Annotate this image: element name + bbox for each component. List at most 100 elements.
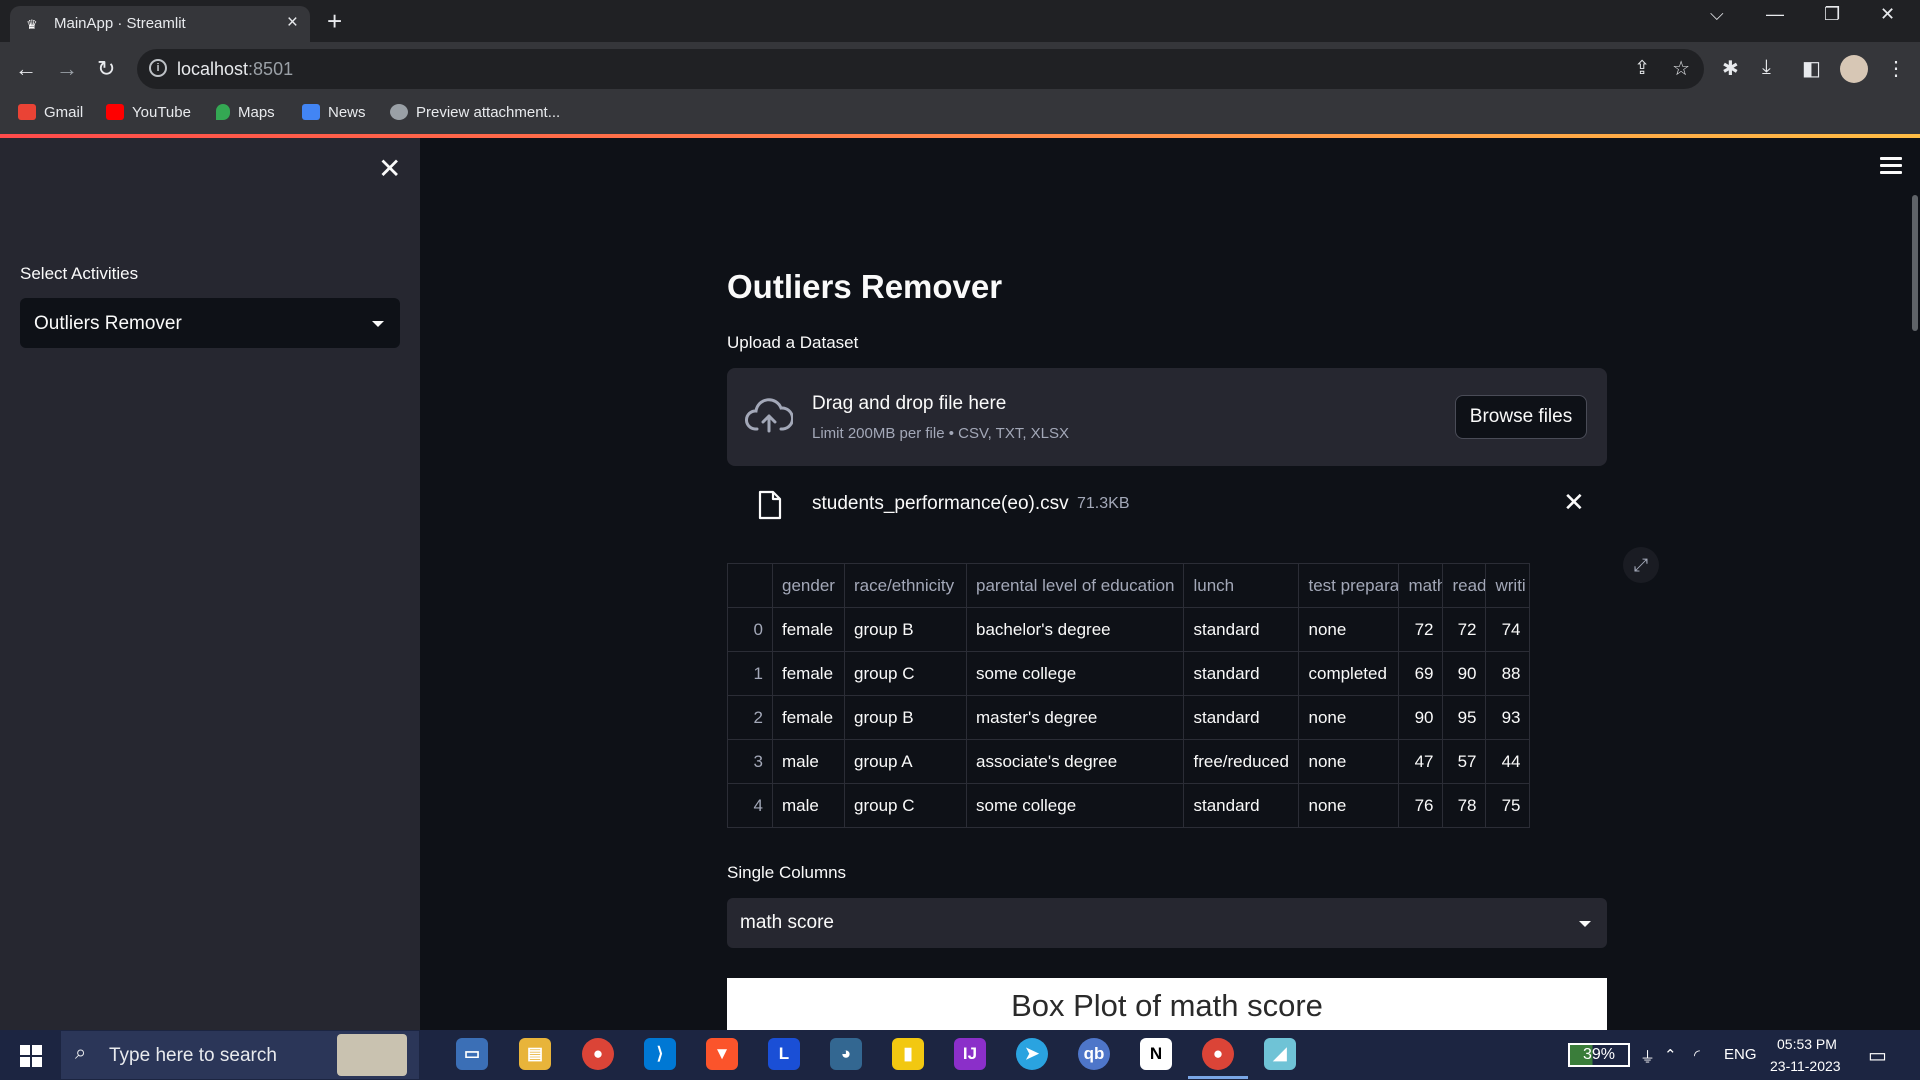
table-cell[interactable]: group A — [844, 739, 967, 784]
table-cell[interactable]: standard — [1183, 695, 1300, 740]
bookmark-star-icon[interactable]: ☆ — [1672, 56, 1690, 81]
table-cell[interactable]: none — [1298, 739, 1400, 784]
download-icon[interactable]: ⤓ — [1762, 56, 1771, 79]
table-cell[interactable]: female — [772, 607, 845, 652]
desktop-app-icon[interactable]: ▭ — [456, 1038, 488, 1070]
new-tab-icon[interactable]: + — [327, 6, 342, 37]
activity-select[interactable]: Outliers Remover — [20, 298, 400, 348]
table-cell[interactable]: 88 — [1485, 651, 1531, 696]
column-header[interactable]: test prepara — [1298, 563, 1400, 608]
table-cell[interactable]: 90 — [1442, 651, 1487, 696]
table-cell[interactable]: 72 — [1398, 607, 1444, 652]
browse-files-button[interactable]: Browse files — [1455, 395, 1587, 439]
site-info-icon[interactable]: i — [149, 59, 167, 77]
table-cell[interactable]: none — [1298, 695, 1400, 740]
fullscreen-expand-icon[interactable]: ⤢ — [1623, 547, 1659, 583]
bookmark-news[interactable]: News — [302, 104, 366, 121]
tab-close-icon[interactable]: × — [287, 12, 298, 34]
table-cell[interactable]: male — [772, 739, 845, 784]
table-cell[interactable]: 57 — [1442, 739, 1487, 784]
browser-tab[interactable]: ♛ MainApp · Streamlit × — [10, 6, 310, 42]
column-header[interactable]: parental level of education — [965, 563, 1185, 608]
notifications-icon[interactable]: ▭ — [1868, 1043, 1887, 1068]
vscode-icon[interactable]: ⟩ — [644, 1038, 676, 1070]
table-cell[interactable]: 78 — [1442, 783, 1487, 828]
table-cell[interactable]: group B — [844, 607, 967, 652]
bookmark-maps[interactable]: Maps — [216, 104, 275, 121]
address-bar[interactable]: i localhost:8501 ⇪ ☆ — [137, 49, 1704, 89]
sidebar-close-icon[interactable]: ✕ — [378, 152, 401, 185]
column-header[interactable]: race/ethnicity — [844, 563, 967, 608]
share-icon[interactable]: ⇪ — [1634, 57, 1650, 80]
tab-search-chevron-icon[interactable]: ⌵ — [1710, 4, 1724, 25]
table-cell[interactable]: 75 — [1485, 783, 1531, 828]
windows-start-icon[interactable] — [20, 1045, 42, 1067]
qbittorrent-icon[interactable]: qb — [1078, 1038, 1110, 1070]
column-header[interactable]: lunch — [1183, 563, 1300, 608]
table-cell[interactable]: completed — [1298, 651, 1400, 696]
table-cell[interactable]: group C — [844, 783, 967, 828]
table-cell[interactable]: master's degree — [965, 695, 1185, 740]
side-panel-icon[interactable]: ◧ — [1802, 56, 1821, 81]
table-cell[interactable]: 44 — [1485, 739, 1531, 784]
table-cell[interactable]: standard — [1183, 783, 1300, 828]
table-cell[interactable]: standard — [1183, 607, 1300, 652]
table-cell[interactable]: 74 — [1485, 607, 1531, 652]
table-cell[interactable]: standard — [1183, 651, 1300, 696]
table-cell[interactable]: 47 — [1398, 739, 1444, 784]
column-header[interactable]: gender — [772, 563, 845, 608]
tray-expand-icon[interactable]: ⌃ — [1664, 1046, 1677, 1064]
profile-avatar[interactable] — [1840, 55, 1868, 83]
chrome-icon[interactable]: ● — [582, 1038, 614, 1070]
notes-app-icon[interactable]: ◢ — [1264, 1038, 1296, 1070]
postgresql-icon[interactable]: ◕ — [830, 1038, 862, 1070]
scrollbar-thumb[interactable] — [1912, 195, 1918, 331]
table-cell[interactable]: male — [772, 783, 845, 828]
clock-time[interactable]: 05:53 PM — [1777, 1036, 1837, 1052]
hamburger-menu-icon[interactable] — [1880, 157, 1902, 178]
wifi-icon[interactable]: ◜ — [1694, 1046, 1700, 1064]
chrome-active-icon[interactable]: ● — [1202, 1038, 1234, 1070]
table-cell[interactable]: 69 — [1398, 651, 1444, 696]
brave-icon[interactable]: ▼ — [706, 1038, 738, 1070]
back-icon[interactable]: ← — [15, 56, 37, 82]
bookmark-youtube[interactable]: YouTube — [106, 104, 191, 121]
table-cell[interactable]: none — [1298, 783, 1400, 828]
column-header[interactable]: math — [1398, 563, 1444, 608]
battery-indicator[interactable]: 39% — [1568, 1043, 1630, 1067]
bookmark-gmail[interactable]: Gmail — [18, 104, 83, 121]
language-indicator[interactable]: ENG — [1724, 1046, 1757, 1063]
chrome-menu-icon[interactable]: ⋮ — [1886, 56, 1906, 81]
column-header[interactable]: writi — [1485, 563, 1531, 608]
table-cell[interactable]: free/reduced — [1183, 739, 1300, 784]
reload-icon[interactable]: ↻ — [97, 56, 115, 82]
intellij-icon[interactable]: IJ — [954, 1038, 986, 1070]
table-cell[interactable]: 90 — [1398, 695, 1444, 740]
restore-icon[interactable]: ❐ — [1824, 4, 1840, 25]
table-cell[interactable]: female — [772, 695, 845, 740]
minimize-icon[interactable]: — — [1766, 4, 1784, 25]
table-cell[interactable]: some college — [965, 783, 1185, 828]
file-explorer-icon[interactable]: ▤ — [519, 1038, 551, 1070]
table-cell[interactable]: associate's degree — [965, 739, 1185, 784]
column-select[interactable]: math score — [727, 898, 1607, 948]
forward-icon[interactable]: → — [56, 56, 78, 82]
power-bi-icon[interactable]: ▮ — [892, 1038, 924, 1070]
taskbar-search-box[interactable]: ⌕ Type here to search — [61, 1031, 419, 1079]
clock-date[interactable]: 23-11-2023 — [1770, 1058, 1841, 1074]
table-cell[interactable]: 93 — [1485, 695, 1531, 740]
dataframe-table[interactable]: gender race/ethnicity parental level of … — [727, 563, 1531, 828]
table-cell[interactable]: group C — [844, 651, 967, 696]
table-cell[interactable]: some college — [965, 651, 1185, 696]
extensions-icon[interactable]: ✱ — [1722, 56, 1739, 81]
notion-icon[interactable]: N — [1140, 1038, 1172, 1070]
table-cell[interactable]: female — [772, 651, 845, 696]
l-app-icon[interactable]: L — [768, 1038, 800, 1070]
table-cell[interactable]: 95 — [1442, 695, 1487, 740]
table-cell[interactable]: 76 — [1398, 783, 1444, 828]
window-close-icon[interactable]: ✕ — [1880, 4, 1895, 25]
bookmark-preview-attachment[interactable]: Preview attachment... — [390, 104, 560, 121]
table-cell[interactable]: group B — [844, 695, 967, 740]
table-cell[interactable]: bachelor's degree — [965, 607, 1185, 652]
table-cell[interactable]: 72 — [1442, 607, 1487, 652]
